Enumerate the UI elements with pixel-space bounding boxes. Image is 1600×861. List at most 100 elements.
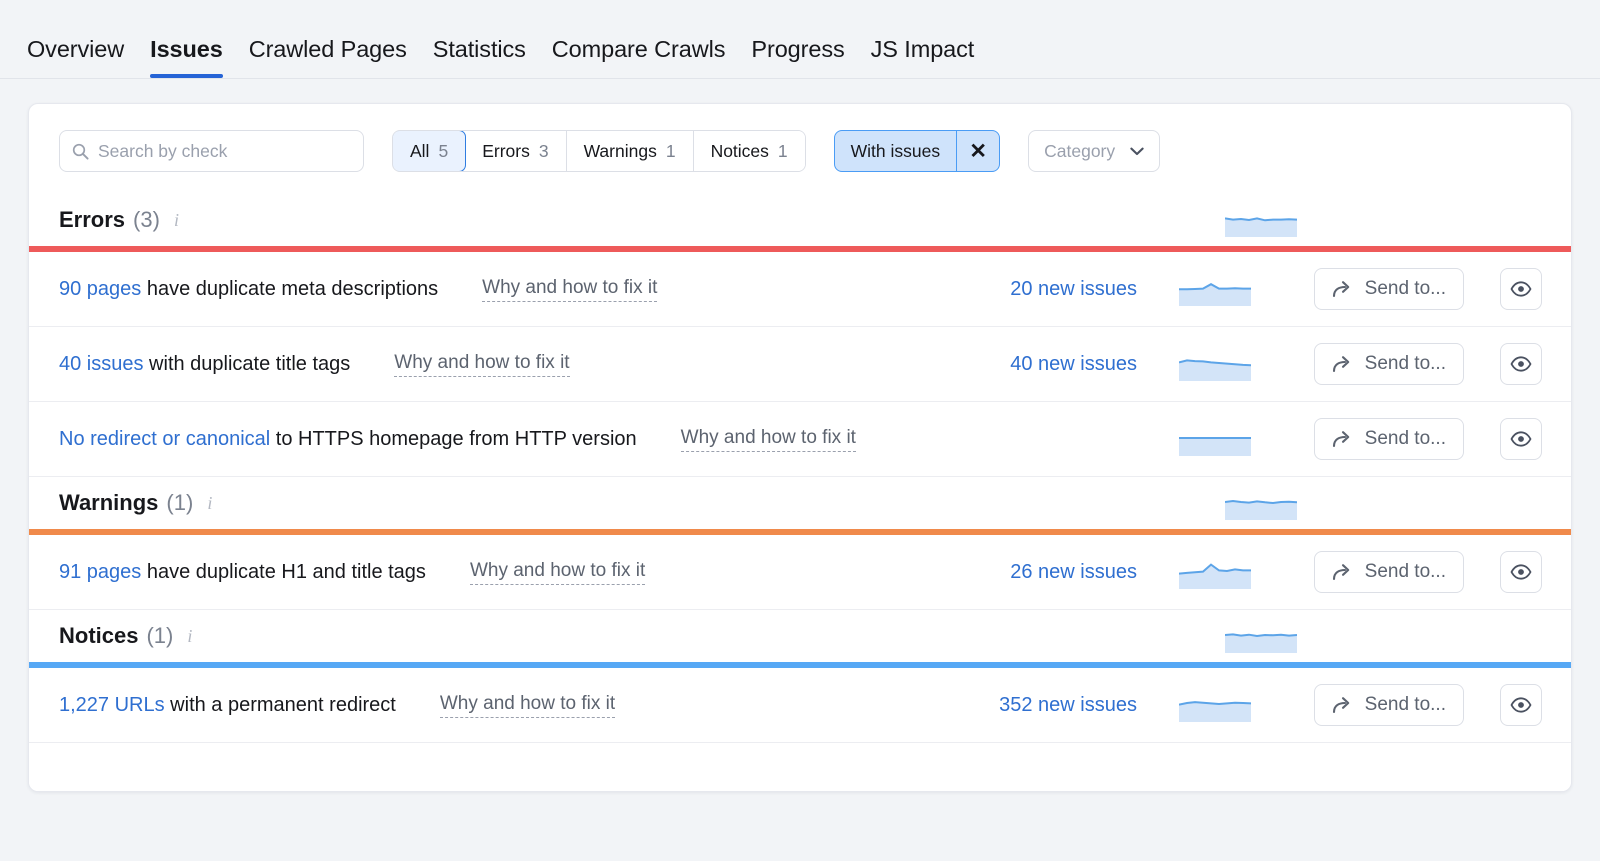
group-count: (3) — [133, 207, 160, 232]
filter-count: 5 — [438, 140, 449, 161]
send-to-button[interactable]: Send to... — [1313, 418, 1464, 460]
filter-label: All — [410, 140, 430, 161]
send-to-label: Send to... — [1364, 428, 1446, 449]
new-issues-link[interactable]: 40 new issues — [1010, 353, 1137, 376]
share-arrow-icon — [1332, 355, 1353, 373]
close-icon[interactable]: ✕ — [957, 131, 999, 171]
group-header-warnings: Warnings (1) i — [29, 477, 1571, 529]
chevron-down-icon — [1130, 147, 1144, 156]
nav-tab-statistics[interactable]: Statistics — [420, 36, 539, 78]
issue-sparkline — [1179, 555, 1251, 589]
send-to-button[interactable]: Send to... — [1313, 343, 1464, 385]
issue-count-link[interactable]: 90 pages — [59, 278, 141, 300]
why-and-how-to-fix-link[interactable]: Why and how to fix it — [439, 693, 616, 718]
issue-row: No redirect or canonical to HTTPS homepa… — [29, 402, 1571, 477]
issue-row: 90 pages have duplicate meta description… — [29, 252, 1571, 327]
group-count: (1) — [166, 490, 194, 515]
issue-description-text: have duplicate H1 and title tags — [141, 560, 426, 583]
filter-errors[interactable]: Errors 3 — [465, 131, 567, 171]
with-issues-chip[interactable]: With issues ✕ — [833, 130, 1001, 172]
send-to-label: Send to... — [1364, 694, 1446, 715]
filter-count: 1 — [777, 140, 788, 161]
issue-sparkline — [1179, 272, 1251, 306]
filter-label: Errors — [482, 140, 530, 161]
group-sparkline — [1225, 486, 1297, 520]
issue-row: 1,227 URLs with a permanent redirect Why … — [29, 668, 1571, 743]
status-filter-segmented-control: All 5 Errors 3 Warnings 1 Notices 1 — [392, 130, 806, 172]
send-to-button[interactable]: Send to... — [1313, 268, 1464, 310]
filter-count: 3 — [538, 140, 549, 161]
nav-tab-crawled-pages[interactable]: Crawled Pages — [236, 36, 420, 78]
group-title: Warnings — [59, 490, 159, 515]
issue-description: 40 issues with duplicate title tags — [59, 353, 350, 376]
issue-description: 91 pages have duplicate H1 and title tag… — [59, 561, 426, 584]
send-to-label: Send to... — [1364, 278, 1446, 299]
group-header-notices: Notices (1) i — [29, 610, 1571, 662]
issue-description: No redirect or canonical to HTTPS homepa… — [59, 428, 637, 451]
info-icon[interactable]: i — [174, 210, 179, 231]
category-dropdown[interactable]: Category — [1028, 130, 1161, 172]
group-sparkline — [1225, 619, 1297, 653]
issue-count-link[interactable]: No redirect or canonical — [59, 428, 270, 450]
panel-wrapper: All 5 Errors 3 Warnings 1 Notices 1 With issues… — [0, 79, 1600, 792]
category-dropdown-label: Category — [1044, 140, 1116, 161]
filter-label: Warnings — [583, 140, 657, 161]
issues-panel: All 5 Errors 3 Warnings 1 Notices 1 With issues… — [28, 103, 1572, 792]
main-navigation: Overview Issues Crawled Pages Statistics Com… — [0, 0, 1600, 79]
info-icon[interactable]: i — [207, 493, 212, 514]
eye-icon[interactable] — [1500, 684, 1542, 726]
share-arrow-icon — [1332, 696, 1353, 714]
filter-toolbar: All 5 Errors 3 Warnings 1 Notices 1 With issues… — [29, 104, 1571, 194]
group-header-errors: Errors (3) i — [29, 194, 1571, 246]
why-and-how-to-fix-link[interactable]: Why and how to fix it — [482, 277, 658, 302]
issue-count-link[interactable]: 1,227 URLs — [59, 694, 165, 716]
nav-tab-progress[interactable]: Progress — [738, 36, 857, 78]
share-arrow-icon — [1332, 280, 1353, 298]
issue-description: 90 pages have duplicate meta description… — [59, 278, 438, 301]
nav-tab-compare-crawls[interactable]: Compare Crawls — [539, 36, 739, 78]
info-icon[interactable]: i — [187, 626, 192, 647]
issue-sparkline — [1179, 422, 1251, 456]
eye-icon[interactable] — [1500, 268, 1542, 310]
send-to-button[interactable]: Send to... — [1313, 684, 1464, 726]
issue-row: 40 issues with duplicate title tags Why a… — [29, 327, 1571, 402]
new-issues-link[interactable]: 26 new issues — [1010, 561, 1137, 584]
eye-icon[interactable] — [1500, 343, 1542, 385]
panel-footer — [29, 743, 1571, 791]
issue-sparkline — [1179, 688, 1251, 722]
filter-notices[interactable]: Notices 1 — [693, 131, 805, 171]
new-issues-link[interactable]: 20 new issues — [1010, 278, 1137, 301]
share-arrow-icon — [1332, 430, 1353, 448]
issue-count-link[interactable]: 40 issues — [59, 353, 144, 375]
nav-tab-issues[interactable]: Issues — [137, 36, 236, 78]
with-issues-chip-label[interactable]: With issues — [835, 131, 958, 171]
group-title: Notices — [59, 623, 139, 648]
eye-icon[interactable] — [1500, 418, 1542, 460]
filter-warnings[interactable]: Warnings 1 — [566, 131, 694, 171]
group-sparkline — [1225, 203, 1297, 237]
issue-row: 91 pages have duplicate H1 and title tag… — [29, 535, 1571, 610]
group-title: Errors — [59, 207, 126, 232]
new-issues-link[interactable]: 352 new issues — [999, 694, 1137, 717]
filter-label: Notices — [710, 140, 769, 161]
issue-description-text: with duplicate title tags — [143, 352, 351, 375]
nav-tab-js-impact[interactable]: JS Impact — [858, 36, 988, 78]
search-input[interactable] — [98, 140, 351, 162]
issue-description-text: have duplicate meta descriptions — [141, 277, 439, 300]
eye-icon[interactable] — [1500, 551, 1542, 593]
search-input-wrapper[interactable] — [59, 130, 364, 172]
issue-count-link[interactable]: 91 pages — [59, 561, 141, 583]
nav-tab-overview[interactable]: Overview — [27, 36, 137, 78]
issue-description-text: with a permanent redirect — [164, 693, 396, 716]
why-and-how-to-fix-link[interactable]: Why and how to fix it — [680, 427, 856, 452]
send-to-label: Send to... — [1364, 561, 1446, 582]
send-to-button[interactable]: Send to... — [1313, 551, 1464, 593]
send-to-label: Send to... — [1364, 353, 1446, 374]
search-icon — [72, 143, 89, 160]
why-and-how-to-fix-link[interactable]: Why and how to fix it — [469, 560, 646, 585]
issue-description: 1,227 URLs with a permanent redirect — [59, 694, 396, 717]
group-count: (1) — [146, 623, 174, 648]
filter-all[interactable]: All 5 — [392, 131, 467, 171]
filter-count: 1 — [665, 140, 676, 161]
why-and-how-to-fix-link[interactable]: Why and how to fix it — [394, 352, 570, 377]
